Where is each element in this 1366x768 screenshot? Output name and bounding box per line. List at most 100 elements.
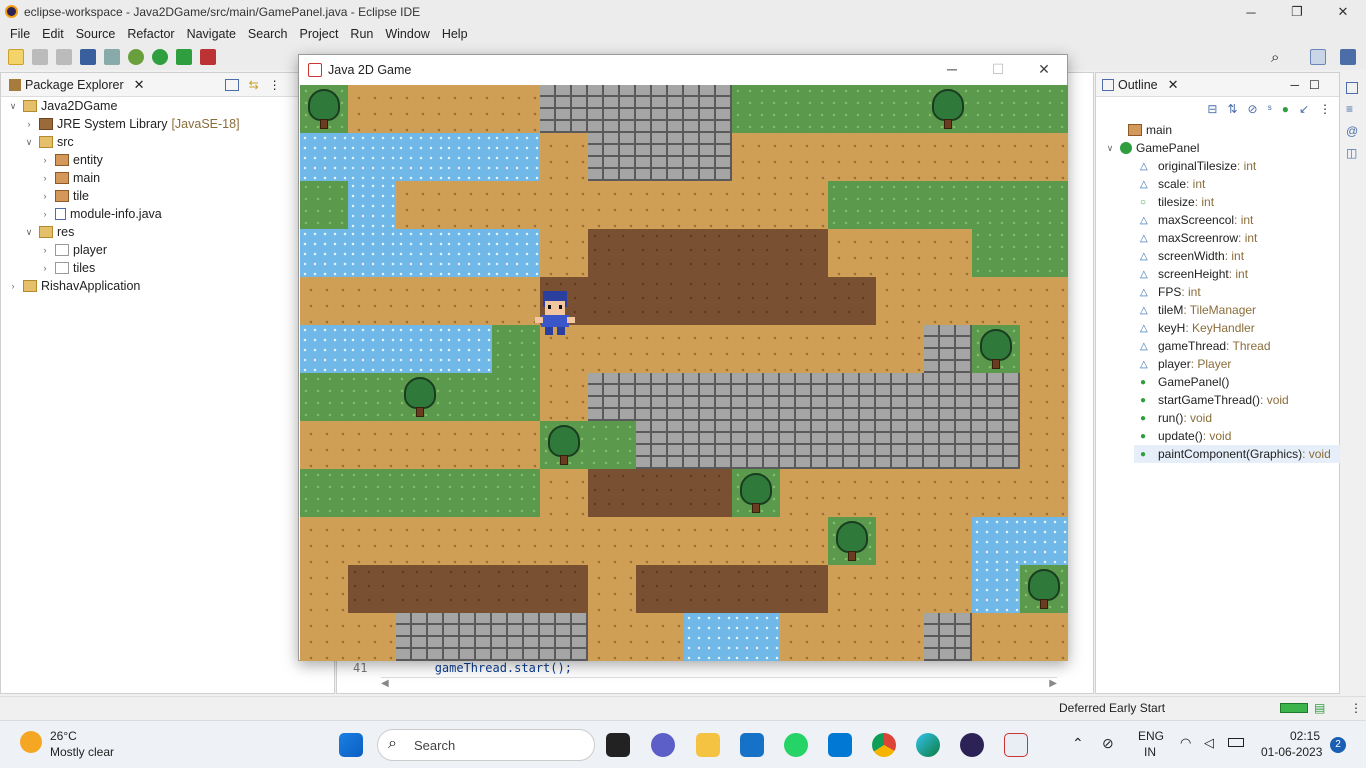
search-icon[interactable]: ⌕ <box>1271 49 1279 66</box>
coverage-icon[interactable] <box>176 49 192 65</box>
menu-run[interactable]: Run <box>344 27 379 41</box>
hide-local-types-icon[interactable]: ↙ <box>1299 102 1309 116</box>
outline-item-field[interactable]: △ screenHeight : int <box>1096 265 1339 283</box>
horizontal-scrollbar[interactable]: ◀ ▶ <box>381 677 1057 691</box>
javadoc-icon[interactable]: @ <box>1346 124 1358 138</box>
close-icon[interactable]: ✕ <box>1320 0 1366 24</box>
view-menu-icon[interactable]: ⋮ <box>269 78 281 92</box>
tree-item-src[interactable]: ∨ src <box>1 133 334 151</box>
menu-project[interactable]: Project <box>294 27 345 41</box>
tree-item-tiles[interactable]: › tiles <box>1 259 334 277</box>
minimize-icon[interactable]: ─ <box>929 55 975 83</box>
outline-item-method[interactable]: ● startGameThread() : void <box>1096 391 1339 409</box>
chevron-up-icon[interactable]: ⌃ <box>1072 735 1084 752</box>
java-perspective-icon[interactable] <box>1340 49 1356 65</box>
chevron-right-icon[interactable]: › <box>39 155 51 165</box>
outline-item-field[interactable]: △ tileM : TileManager <box>1096 301 1339 319</box>
package-explorer-tab[interactable]: Package Explorer ✕ ⇆ ⋮ <box>1 73 334 97</box>
terminal-icon[interactable] <box>80 49 96 65</box>
wifi-icon[interactable]: ◠ <box>1180 735 1191 751</box>
minimize-view-icon[interactable]: ─ <box>1291 78 1300 92</box>
tree-item-jre[interactable]: › JRE System Library [JavaSE-18] <box>1 115 334 133</box>
java-2d-game-window[interactable]: Java 2D Game ─ ☐ ✕ <box>298 54 1068 661</box>
weather-desc[interactable]: Mostly clear <box>50 745 114 759</box>
maximize-icon[interactable]: ❐ <box>1274 0 1320 24</box>
external-tools-icon[interactable] <box>200 49 216 65</box>
maximize-view-icon[interactable]: ☐ <box>1309 78 1320 92</box>
clock-time[interactable]: 02:15 <box>1290 729 1320 743</box>
teams-chat-icon[interactable] <box>651 733 675 757</box>
menu-navigate[interactable]: Navigate <box>181 27 242 41</box>
chevron-right-icon[interactable]: › <box>39 245 51 255</box>
debug-icon[interactable] <box>128 49 144 65</box>
tree-item-rishav[interactable]: › RishavApplication <box>1 277 334 295</box>
chevron-down-icon[interactable]: ∨ <box>7 101 19 112</box>
chevron-down-icon[interactable]: ∨ <box>1104 143 1116 154</box>
save-icon[interactable] <box>32 49 48 65</box>
tree-item-project[interactable]: ∨ Java2DGame <box>1 97 334 115</box>
outline-item-method[interactable]: ● run() : void <box>1096 409 1339 427</box>
skip-breakpoints-icon[interactable] <box>104 49 120 65</box>
edge-icon[interactable] <box>916 733 940 757</box>
problems-icon[interactable]: ≡ <box>1346 102 1353 116</box>
menu-edit[interactable]: Edit <box>36 27 70 41</box>
search-box[interactable]: ⌕ Search <box>377 729 595 761</box>
menu-help[interactable]: Help <box>436 27 474 41</box>
outline-item-field[interactable]: △ FPS : int <box>1096 283 1339 301</box>
task-view-icon[interactable] <box>606 733 630 757</box>
menu-file[interactable]: File <box>4 27 36 41</box>
outline-item-method-selected[interactable]: ● paintComponent(Graphics) : void <box>1134 445 1341 463</box>
notification-badge[interactable]: 2 <box>1330 737 1346 753</box>
chevron-right-icon[interactable]: › <box>7 281 19 291</box>
chevron-right-icon[interactable]: › <box>39 209 51 219</box>
collapse-all-icon[interactable] <box>224 78 239 91</box>
chevron-right-icon[interactable]: › <box>39 173 51 183</box>
chevron-down-icon[interactable]: ∨ <box>23 227 35 238</box>
outline-item-field[interactable]: △ maxScreenrow : int <box>1096 229 1339 247</box>
volume-icon[interactable]: ◁ <box>1204 735 1214 751</box>
new-icon[interactable] <box>8 49 24 65</box>
game-tile-map[interactable] <box>300 85 1068 661</box>
menu-refactor[interactable]: Refactor <box>121 27 180 41</box>
hide-fields-icon[interactable]: ⊘ <box>1248 102 1258 116</box>
outline-item-method[interactable]: ● GamePanel() <box>1096 373 1339 391</box>
close-tab-icon[interactable]: ✕ <box>134 77 145 93</box>
eclipse-icon[interactable] <box>960 733 984 757</box>
game-window-titlebar[interactable]: Java 2D Game ─ ☐ ✕ <box>299 55 1067 85</box>
outline-item-class[interactable]: ∨ GamePanel <box>1096 139 1339 157</box>
mail-icon[interactable] <box>740 733 764 757</box>
chevron-down-icon[interactable]: ∨ <box>23 137 35 148</box>
outline-item-field[interactable]: △ scale : int <box>1096 175 1339 193</box>
outline-item-field[interactable]: △ maxScreencol : int <box>1096 211 1339 229</box>
outline-item-field[interactable]: △ keyH : KeyHandler <box>1096 319 1339 337</box>
start-icon[interactable] <box>339 733 363 757</box>
tree-item-main[interactable]: › main <box>1 169 334 187</box>
java-icon[interactable] <box>1004 733 1028 757</box>
outline-item-field[interactable]: △ gameThread : Thread <box>1096 337 1339 355</box>
outline-tab[interactable]: Outline ✕ ─ ☐ <box>1096 73 1339 97</box>
collapse-all-icon[interactable]: ⊟ <box>1207 102 1217 116</box>
open-perspective-icon[interactable] <box>1310 49 1326 65</box>
menu-search[interactable]: Search <box>242 27 294 41</box>
outline-item-field[interactable]: △ screenWidth : int <box>1096 247 1339 265</box>
whatsapp-icon[interactable] <box>784 733 808 757</box>
menu-source[interactable]: Source <box>70 27 122 41</box>
view-menu-icon[interactable]: ⋮ <box>1319 102 1331 116</box>
outline-item-field[interactable]: △ player : Player <box>1096 355 1339 373</box>
tree-item-res[interactable]: ∨ res <box>1 223 334 241</box>
outline-item-field[interactable]: ○ tilesize : int <box>1096 193 1339 211</box>
run-icon[interactable] <box>152 49 168 65</box>
close-tab-icon[interactable]: ✕ <box>1168 77 1179 93</box>
view-menu-icon[interactable]: ⋮ <box>1350 701 1362 715</box>
save-all-icon[interactable] <box>56 49 72 65</box>
tree-item-entity[interactable]: › entity <box>1 151 334 169</box>
chevron-right-icon[interactable]: › <box>39 191 51 201</box>
declaration-icon[interactable]: ◫ <box>1346 146 1357 160</box>
close-icon[interactable]: ✕ <box>1021 55 1067 83</box>
battery-icon[interactable] <box>1228 738 1244 747</box>
link-editor-icon[interactable]: ⇆ <box>249 78 259 92</box>
hide-nonpublic-icon[interactable]: ● <box>1282 102 1289 116</box>
sort-icon[interactable]: ⇅ <box>1227 102 1237 116</box>
tree-item-tile[interactable]: › tile <box>1 187 334 205</box>
weather-icon[interactable] <box>20 731 42 753</box>
